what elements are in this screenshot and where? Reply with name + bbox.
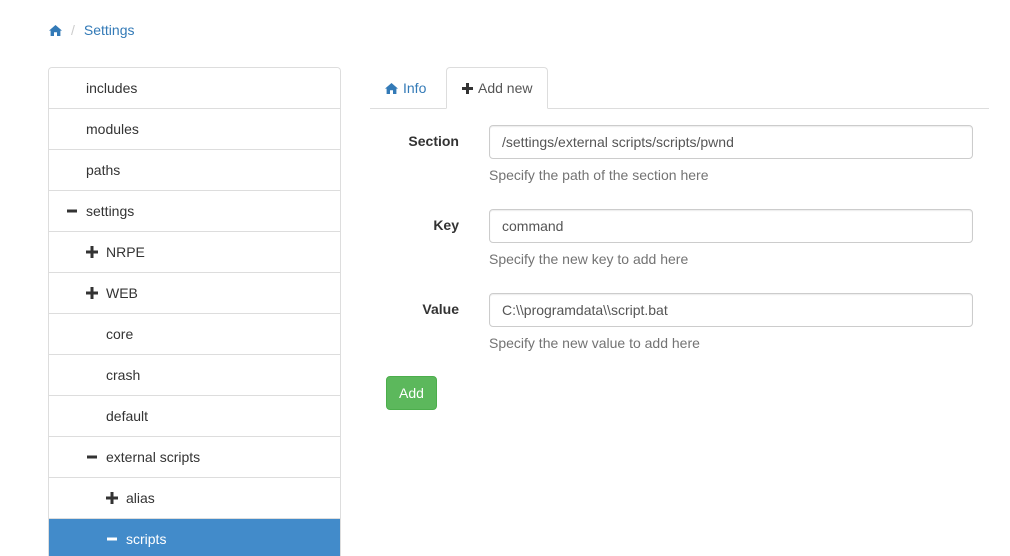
tree-item-label: crash	[106, 367, 141, 383]
plus-icon	[462, 82, 473, 94]
section-label: Section	[408, 133, 459, 149]
tree-item-label: alias	[126, 490, 155, 506]
tree-item-paths[interactable]: paths	[49, 150, 340, 191]
tree-item-web[interactable]: WEB	[49, 273, 340, 314]
add-button[interactable]: Add	[386, 376, 437, 410]
tree-item-default[interactable]: default	[49, 396, 340, 437]
tree-item-settings[interactable]: settings	[49, 191, 340, 232]
tree-item-label: WEB	[106, 285, 138, 301]
home-icon[interactable]	[49, 24, 62, 36]
tab-info[interactable]: Info	[370, 67, 441, 109]
section-help-text: Specify the path of the section here	[489, 167, 709, 183]
key-help-text: Specify the new key to add here	[489, 251, 689, 267]
value-input[interactable]	[489, 293, 973, 327]
breadcrumb-settings-link[interactable]: Settings	[84, 22, 135, 38]
tab-info-label: Info	[403, 80, 427, 96]
section-form-group: Section Specify the path of the section …	[370, 125, 989, 195]
tree-item-includes[interactable]: includes	[49, 68, 340, 109]
breadcrumb: / Settings	[49, 20, 134, 40]
settings-tree: includes modules paths settings NRPE WEB core c…	[48, 67, 341, 556]
tab-bar: Info Add new	[370, 67, 989, 109]
home-icon	[385, 82, 398, 94]
tree-item-nrpe[interactable]: NRPE	[49, 232, 340, 273]
tree-item-label: scripts	[126, 531, 167, 547]
breadcrumb-separator: /	[71, 22, 75, 38]
tree-item-label: settings	[86, 203, 135, 219]
key-label: Key	[433, 217, 459, 233]
tree-item-external-scripts[interactable]: external scripts	[49, 437, 340, 478]
tree-item-alias[interactable]: alias	[49, 478, 340, 519]
tree-item-label: external scripts	[106, 449, 201, 465]
tree-item-label: core	[106, 326, 134, 342]
value-help-text: Specify the new value to add here	[489, 335, 700, 351]
tree-item-scripts[interactable]: scripts	[49, 519, 340, 556]
tree-item-label: default	[106, 408, 149, 424]
section-input[interactable]	[489, 125, 973, 159]
tree-item-label: NRPE	[106, 244, 145, 260]
plus-icon[interactable]	[86, 287, 98, 299]
value-form-group: Value Specify the new value to add here	[370, 293, 989, 363]
plus-icon[interactable]	[86, 246, 98, 258]
tree-item-core[interactable]: core	[49, 314, 340, 355]
minus-icon[interactable]	[86, 451, 98, 463]
value-label: Value	[422, 301, 459, 317]
minus-icon[interactable]	[66, 205, 78, 217]
key-form-group: Key Specify the new key to add here	[370, 209, 989, 279]
minus-icon[interactable]	[106, 533, 118, 545]
tree-item-label: modules	[86, 121, 139, 137]
key-input[interactable]	[489, 209, 973, 243]
tree-item-modules[interactable]: modules	[49, 109, 340, 150]
tab-add-new-label: Add new	[478, 80, 533, 96]
tree-item-crash[interactable]: crash	[49, 355, 340, 396]
plus-icon[interactable]	[106, 492, 118, 504]
tree-item-label: paths	[86, 162, 121, 178]
tree-item-label: includes	[86, 80, 138, 96]
tab-add-new[interactable]: Add new	[446, 67, 549, 109]
